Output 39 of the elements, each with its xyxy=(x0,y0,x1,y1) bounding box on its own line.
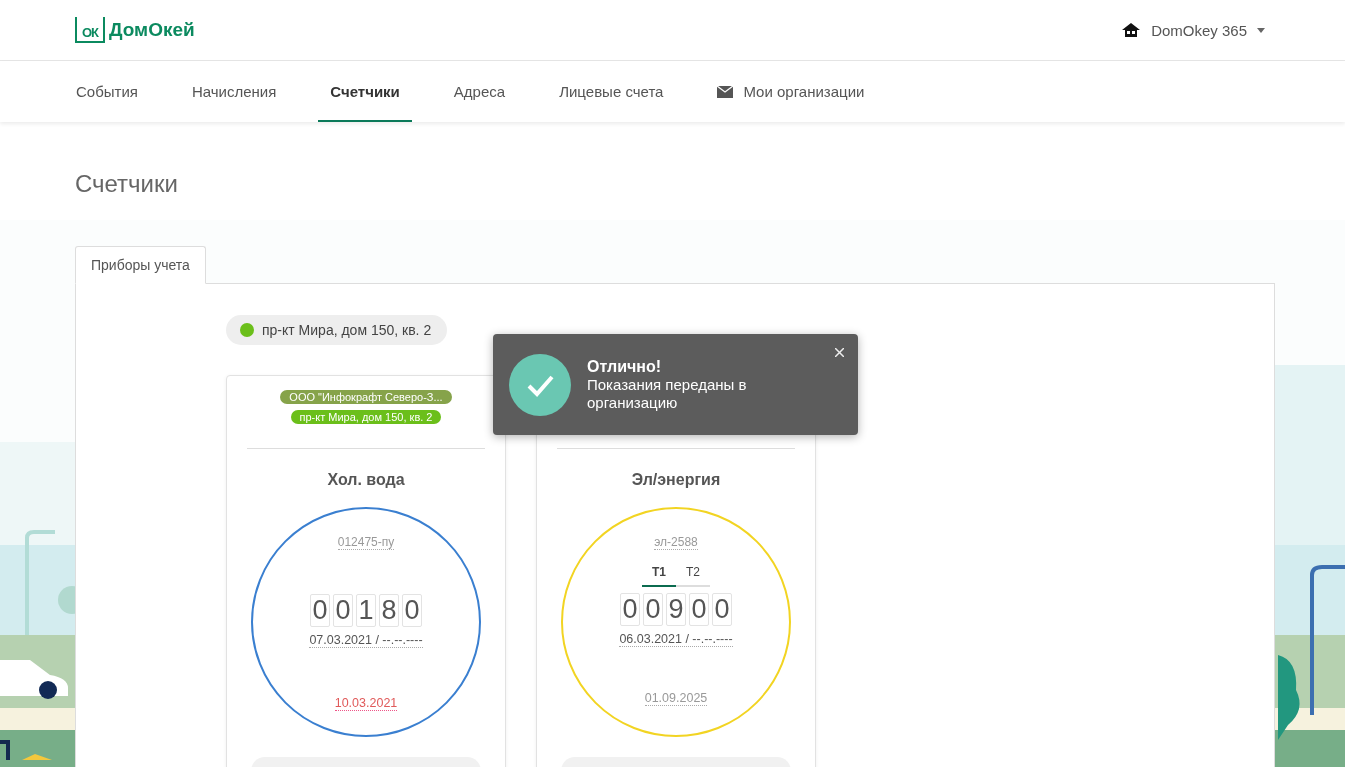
digit: 8 xyxy=(379,594,399,627)
envelope-icon xyxy=(717,85,734,98)
tab[interactable]: Приборы учета xyxy=(75,246,206,284)
address-chip[interactable]: пр-кт Мира, дом 150, кв. 2 xyxy=(226,315,448,345)
check-icon xyxy=(509,353,571,416)
digit: 0 xyxy=(333,594,353,627)
digit: 1 xyxy=(356,594,376,627)
digit: 0 xyxy=(620,593,640,626)
user-menu[interactable]: DomOkey 365 xyxy=(1121,21,1265,39)
house-icon xyxy=(1121,22,1142,38)
close-button[interactable] xyxy=(833,346,846,359)
meter-title: Хол. вода xyxy=(327,471,405,489)
logo-text[interactable]: ДомОкей xyxy=(109,19,195,41)
digit: 0 xyxy=(689,593,709,626)
close-icon xyxy=(835,348,844,357)
nav-tab[interactable]: Лицевые счета xyxy=(547,61,676,122)
reading-dates[interactable]: 06.03.2021 / --.--.---- xyxy=(619,632,733,647)
tag: ООО "Инфокрафт Северо-З... xyxy=(280,390,452,404)
digit: 0 xyxy=(712,593,732,626)
toast-message: Показания переданы в организацию xyxy=(587,376,748,411)
digit: 0 xyxy=(402,594,422,627)
nav-tab[interactable]: Начисления xyxy=(179,61,289,122)
reading-dates[interactable]: 07.03.2021 / --.--.---- xyxy=(309,633,423,648)
caret-icon xyxy=(1257,27,1265,33)
tariff-tab[interactable]: T2 xyxy=(676,562,710,587)
logo-mark[interactable]: ОК xyxy=(75,17,105,43)
tariff-tab[interactable]: T1 xyxy=(642,562,676,587)
nav-tab[interactable]: Мои организации xyxy=(705,61,877,122)
page-title: Счетчики xyxy=(75,170,179,198)
check-date[interactable]: 10.03.2021 xyxy=(334,696,398,711)
digit: 0 xyxy=(643,593,663,626)
nav-tab[interactable]: Адреса xyxy=(441,61,518,122)
tag: пр-кт Мира, дом 150, кв. 2 xyxy=(290,410,442,424)
nav-tab[interactable]: Счетчики xyxy=(318,61,412,122)
digit: 0 xyxy=(310,594,330,627)
toast-title: Отлично! xyxy=(587,358,663,377)
digit: 9 xyxy=(666,593,686,626)
nav-tab[interactable]: События xyxy=(64,61,150,122)
meter-title: Эл/энергия xyxy=(631,471,721,489)
